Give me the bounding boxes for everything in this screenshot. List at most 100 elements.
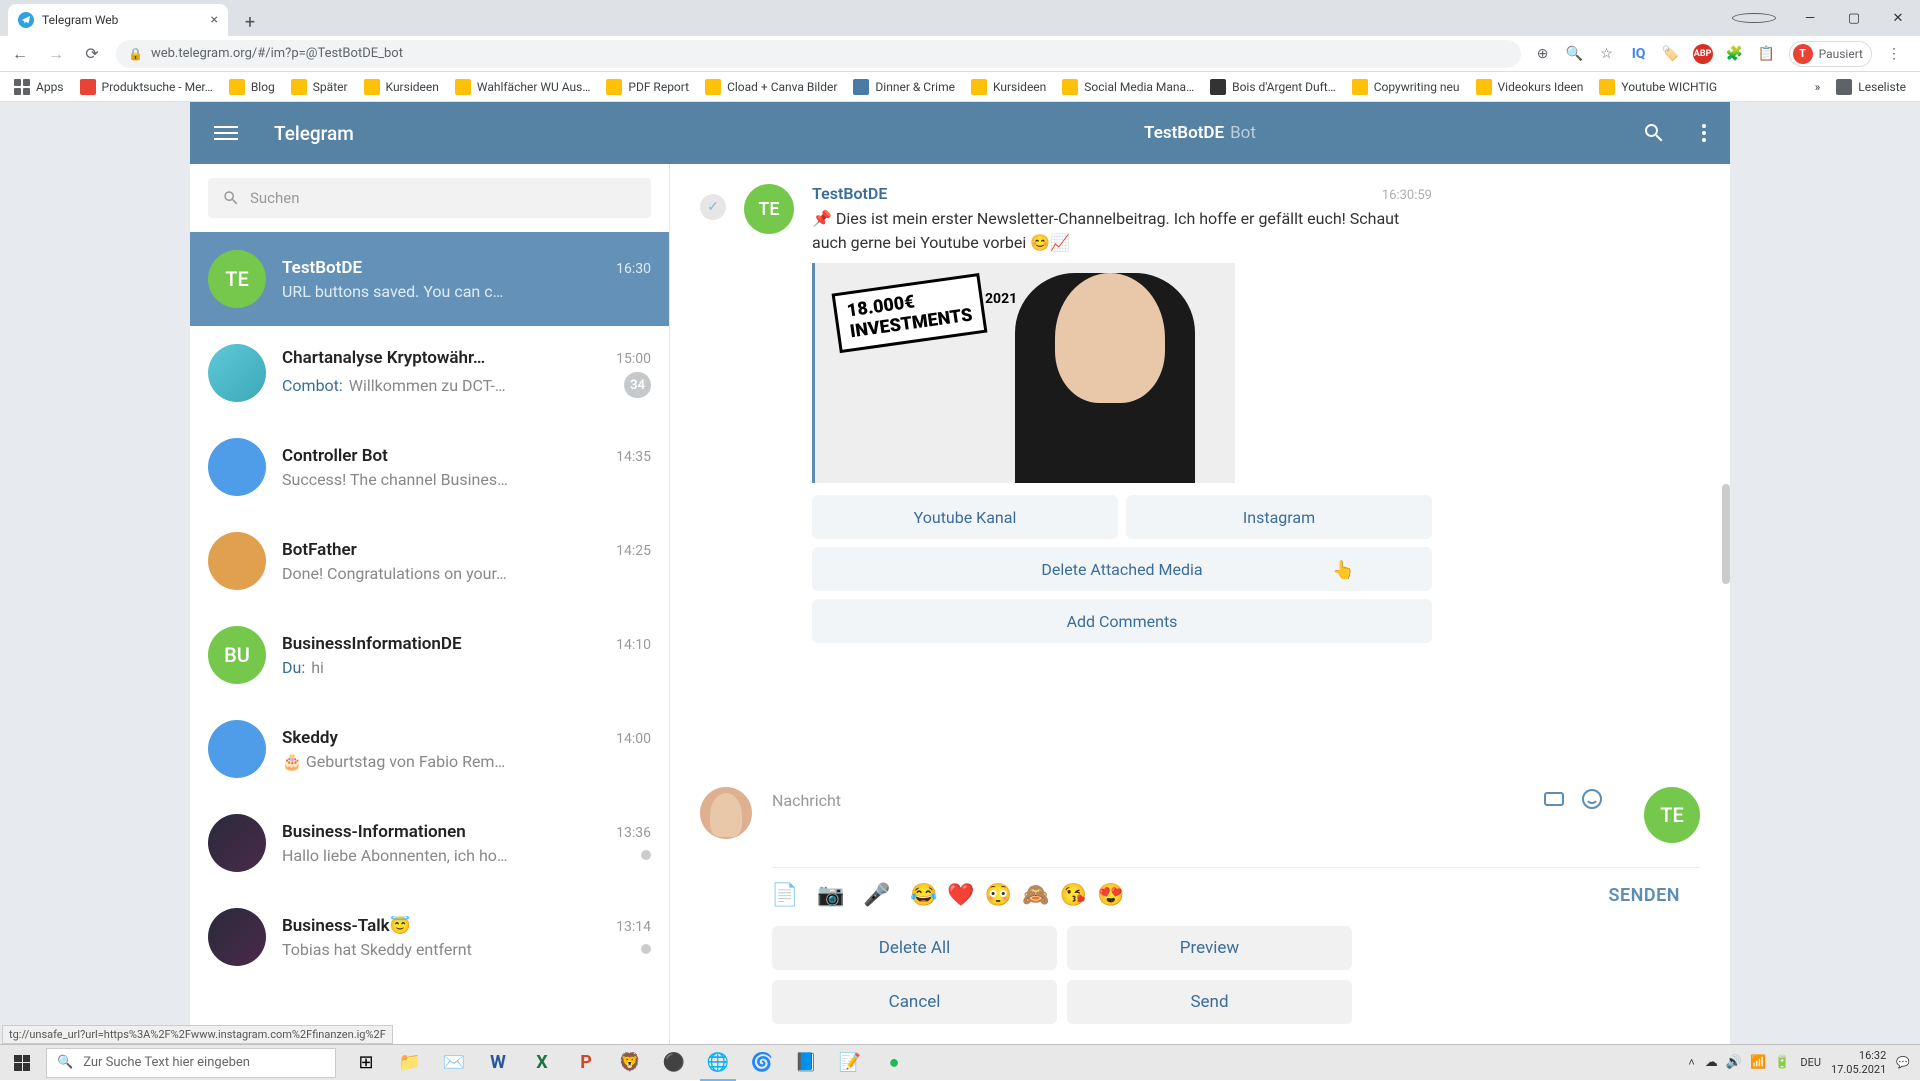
reply-keyboard-button[interactable]: Send — [1067, 980, 1352, 1024]
install-icon[interactable]: ⊕ — [1533, 44, 1553, 64]
bookmark-item[interactable]: Wahlfächer WU Aus… — [449, 75, 597, 99]
message-author[interactable]: TestBotDE — [812, 184, 887, 203]
messages-area[interactable]: ✓ TE TestBotDE 16:30:59 📌 Dies ist mein … — [670, 164, 1730, 787]
minimize-button[interactable]: — — [1788, 0, 1832, 36]
bookmark-overflow[interactable]: » — [1809, 76, 1827, 98]
bookmark-item[interactable]: Dinner & Crime — [847, 75, 961, 99]
volume-icon[interactable]: 🔊 — [1726, 1055, 1742, 1070]
brave-icon[interactable]: 🦁 — [608, 1045, 652, 1081]
bookmark-item[interactable]: Produktsuche - Mer… — [74, 75, 219, 99]
app-icon[interactable]: 📘 — [784, 1045, 828, 1081]
bookmark-item[interactable]: Kursideen — [965, 75, 1052, 99]
extension-icon-3[interactable]: 📋 — [1757, 44, 1777, 64]
message-input[interactable]: Nachricht — [772, 787, 1512, 823]
edge-icon[interactable]: 🌀 — [740, 1045, 784, 1081]
bookmark-item[interactable]: Später — [285, 75, 354, 99]
wifi-icon[interactable]: 📶 — [1750, 1055, 1766, 1070]
bookmark-star-icon[interactable]: ☆ — [1597, 44, 1617, 64]
chat-list-item[interactable]: Skeddy14:00🎂 Geburtstag von Fabio Rem… — [190, 702, 669, 796]
bookmark-item[interactable]: Bois d'Argent Duft… — [1204, 75, 1342, 99]
menu-hamburger-icon[interactable] — [214, 126, 238, 140]
inline-button[interactable]: Youtube Kanal — [812, 495, 1118, 539]
spotify-icon[interactable]: ● — [872, 1045, 916, 1081]
maximize-button[interactable]: ▢ — [1832, 0, 1876, 36]
extension-icon[interactable]: IQ — [1629, 44, 1649, 64]
start-button[interactable] — [0, 1045, 44, 1081]
quick-emoji[interactable]: 😍 — [1097, 883, 1124, 908]
menu-icon[interactable]: ⋮ — [1884, 44, 1904, 64]
chat-list-item[interactable]: TETestBotDE16:30URL buttons saved. You c… — [190, 232, 669, 326]
chat-list-item[interactable]: Business-Talk😇13:14Tobias hat Skeddy ent… — [190, 890, 669, 984]
message-attached-image[interactable]: 18.000€ INVESTMENTS 2021 — [815, 263, 1235, 483]
extension-icon-2[interactable]: 🏷️ — [1661, 44, 1681, 64]
reply-keyboard-button[interactable]: Preview — [1067, 926, 1352, 970]
obs-icon[interactable]: ⚫ — [652, 1045, 696, 1081]
message-avatar[interactable]: TE — [744, 184, 794, 234]
attach-file-icon[interactable]: 📄 — [772, 882, 798, 908]
bookmark-item[interactable]: Youtube WICHTIG — [1593, 75, 1723, 99]
bookmark-item[interactable]: Social Media Mana… — [1056, 75, 1200, 99]
clock[interactable]: 16:32 17.05.2021 — [1831, 1049, 1886, 1075]
forward-button[interactable]: → — [44, 42, 68, 66]
powerpoint-icon[interactable]: P — [564, 1045, 608, 1081]
quick-emoji[interactable]: 😂 — [910, 883, 937, 908]
language-indicator[interactable]: DEU — [1800, 1056, 1821, 1069]
quick-emoji[interactable]: 😳 — [985, 883, 1012, 908]
microphone-icon[interactable]: 🎤 — [864, 882, 890, 908]
taskbar-search-input[interactable]: 🔍 Zur Suche Text hier eingeben — [46, 1048, 336, 1078]
chat-list[interactable]: TETestBotDE16:30URL buttons saved. You c… — [190, 232, 669, 1044]
quick-emoji[interactable]: ❤️ — [947, 883, 974, 908]
bookmark-item[interactable]: Videokurs Ideen — [1470, 75, 1590, 99]
reply-keyboard-button[interactable]: Delete All — [772, 926, 1057, 970]
bookmark-item[interactable]: Kursideen — [358, 75, 445, 99]
zoom-icon[interactable]: 🔍 — [1565, 44, 1585, 64]
quick-emoji[interactable]: 😘 — [1060, 883, 1087, 908]
word-icon[interactable]: W — [476, 1045, 520, 1081]
emoji-icon[interactable] — [1580, 787, 1604, 811]
search-input[interactable]: Suchen — [208, 178, 651, 218]
tray-chevron-icon[interactable]: ˄ — [1688, 1056, 1694, 1069]
send-as-avatar[interactable]: TE — [1644, 787, 1700, 843]
scrollbar-thumb[interactable] — [1722, 484, 1730, 584]
battery-icon[interactable]: 🔋 — [1774, 1055, 1790, 1070]
extensions-puzzle-icon[interactable]: 🧩 — [1725, 44, 1745, 64]
inline-button[interactable]: Delete Attached Media — [812, 547, 1432, 591]
chat-list-item[interactable]: BUBusinessInformationDE14:10Du: hi — [190, 608, 669, 702]
apps-button[interactable]: Apps — [8, 75, 70, 99]
abp-extension-icon[interactable]: ABP — [1693, 44, 1713, 64]
browser-tab[interactable]: Telegram Web × — [8, 4, 228, 36]
notifications-icon[interactable]: 💬 — [1896, 1056, 1910, 1069]
select-check-icon[interactable]: ✓ — [700, 194, 726, 220]
reading-list-button[interactable]: Leseliste — [1830, 75, 1912, 99]
onedrive-icon[interactable]: ☁ — [1705, 1055, 1718, 1070]
excel-icon[interactable]: X — [520, 1045, 564, 1081]
bookmark-item[interactable]: Cload + Canva Bilder — [699, 75, 843, 99]
user-avatar[interactable] — [700, 787, 752, 839]
keyboard-icon[interactable] — [1542, 787, 1566, 811]
bookmark-item[interactable]: Copywriting neu — [1346, 75, 1466, 99]
back-button[interactable]: ← — [8, 42, 32, 66]
reply-keyboard-button[interactable]: Cancel — [772, 980, 1057, 1024]
inline-button[interactable]: Add Comments — [812, 599, 1432, 643]
chat-list-item[interactable]: Chartanalyse Kryptowähr…15:00Combot: Wil… — [190, 326, 669, 420]
url-input[interactable]: 🔒 web.telegram.org/#/im?p=@TestBotDE_bot — [116, 40, 1521, 68]
file-explorer-icon[interactable]: 📁 — [388, 1045, 432, 1081]
chat-list-item[interactable]: Business-Informationen13:36Hallo liebe A… — [190, 796, 669, 890]
profile-button[interactable]: T Pausiert — [1789, 41, 1872, 67]
mail-icon[interactable]: ✉️ — [432, 1045, 476, 1081]
chat-list-item[interactable]: Controller Bot14:35Success! The channel … — [190, 420, 669, 514]
new-tab-button[interactable]: + — [236, 8, 264, 36]
inline-button[interactable]: Instagram — [1126, 495, 1432, 539]
chat-header[interactable]: TestBotDE Bot — [670, 102, 1730, 164]
task-view-icon[interactable]: ⊞ — [344, 1045, 388, 1081]
bookmark-item[interactable]: PDF Report — [600, 75, 695, 99]
account-dot-icon[interactable] — [1732, 13, 1776, 23]
quick-emoji[interactable]: 🙈 — [1022, 883, 1049, 908]
camera-icon[interactable]: 📷 — [818, 882, 844, 908]
notepad-icon[interactable]: 📝 — [828, 1045, 872, 1081]
chrome-icon[interactable]: 🌐 — [696, 1045, 740, 1081]
bookmark-item[interactable]: Blog — [223, 75, 281, 99]
send-button[interactable]: SENDEN — [1609, 885, 1680, 906]
chat-list-item[interactable]: BotFather14:25Done! Congratulations on y… — [190, 514, 669, 608]
tab-close-icon[interactable]: × — [211, 12, 218, 28]
